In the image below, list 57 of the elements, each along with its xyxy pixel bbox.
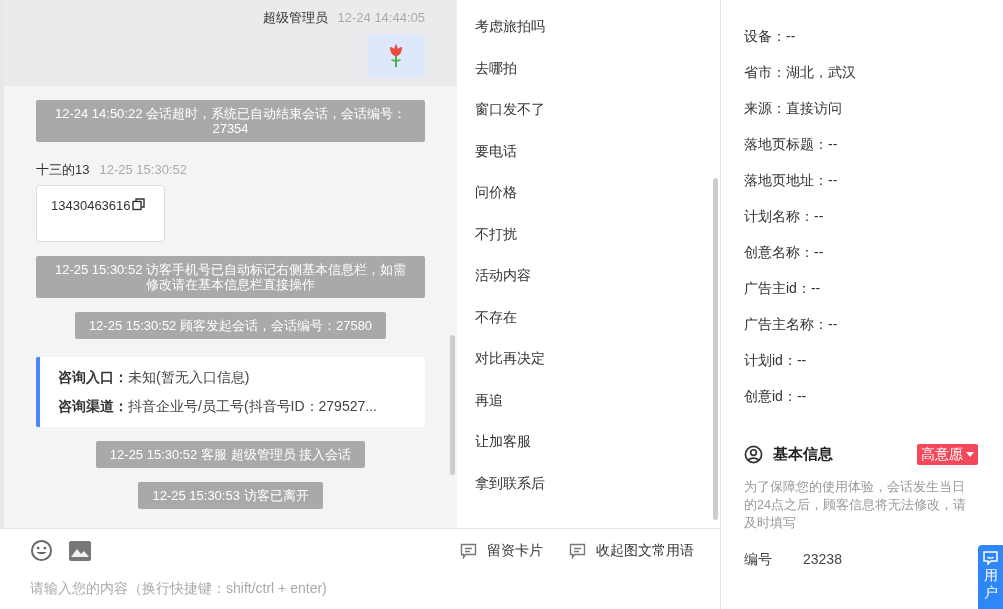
info-field: 广告主id：-- <box>744 279 979 298</box>
phrase-item[interactable]: 考虑旅拍吗 <box>475 17 720 37</box>
system-notice: 12-25 15:30:52 访客手机号已自动标记右侧基本信息栏，如需修改请在基本信息栏直接操作 <box>36 256 425 298</box>
phrase-item[interactable]: 问价格 <box>475 183 720 203</box>
info-label: 咨询入口： <box>58 368 128 387</box>
toolbar-button[interactable]: 收起图文常用语 <box>569 540 694 561</box>
caret-icon <box>966 451 974 457</box>
phrase-item[interactable]: 对比再决定 <box>475 349 720 369</box>
section-title: 基本信息 <box>773 444 833 464</box>
sender-name: 超级管理员 <box>262 9 328 27</box>
phrase-item[interactable]: 要电话 <box>475 141 720 161</box>
field-label: 编号 <box>744 549 773 569</box>
info-field: 设备：-- <box>744 27 979 46</box>
image-icon[interactable] <box>69 539 91 562</box>
info-field: 广告主名称：-- <box>744 315 979 334</box>
emoji-icon[interactable] <box>30 539 53 562</box>
chat-icon <box>983 551 998 565</box>
phrase-item[interactable]: 去哪拍 <box>475 58 720 78</box>
system-notice: 12-25 15:30:52 顾客发起会话，会话编号：27580 <box>74 312 387 339</box>
system-notice: 12-24 14:50:22 会话超时，系统已自动结束会话，会话编号：27354 <box>36 99 425 142</box>
info-field: 来源：直接访问 <box>744 99 979 118</box>
message-input[interactable]: 请输入您的内容（换行快捷键：shift/ctrl + enter) <box>30 578 690 599</box>
info-value: 未知(暂无入口信息) <box>128 368 250 387</box>
phone-number: 13430463616 <box>51 197 131 215</box>
info-field: 创意名称：-- <box>744 243 979 262</box>
phrase-item[interactable]: 窗口发不了 <box>475 100 720 120</box>
intent-tag[interactable]: 高意愿 <box>917 443 978 465</box>
phrase-item[interactable]: 不存在 <box>475 307 720 327</box>
float-button[interactable]: 用户 <box>978 545 1003 609</box>
info-label: 咨询渠道： <box>58 397 128 416</box>
phrase-item[interactable]: 拿到联系后 <box>475 473 720 493</box>
info-field: 落地页标题：-- <box>744 135 979 154</box>
info-field: 落地页地址：-- <box>744 171 979 190</box>
info-field: 省市：湖北，武汉 <box>744 63 979 82</box>
comment-icon <box>569 542 586 559</box>
info-value: 抖音企业号/员工号(抖音号ID：279527... <box>128 397 377 416</box>
comment-icon <box>460 542 477 559</box>
info-field: 计划名称：-- <box>744 207 979 226</box>
info-field: 计划id：-- <box>744 351 979 370</box>
flower-icon <box>387 42 405 69</box>
message-time: 12-24 14:44:05 <box>337 9 425 27</box>
toolbar-button[interactable]: 留资卡片 <box>460 540 543 561</box>
scrollbar[interactable] <box>450 335 455 475</box>
phrase-item[interactable]: 活动内容 <box>475 266 720 286</box>
phrase-item[interactable]: 再追 <box>475 390 720 410</box>
copy-icon[interactable] <box>131 198 145 211</box>
user-icon <box>744 444 763 464</box>
message-time: 12-25 15:30:52 <box>99 160 187 179</box>
phrase-item[interactable]: 让加客服 <box>475 432 720 452</box>
notice-text: 为了保障您的使用体验，会话发生当日的24点之后，顾客信息将无法修改，请及时填写 <box>744 478 967 532</box>
sender-name: 十三的13 <box>36 160 90 179</box>
system-notice: 12-25 15:30:52 客服 超级管理员 接入会话 <box>95 441 366 468</box>
field-value: 23238 <box>803 549 842 569</box>
phrase-item[interactable]: 不打扰 <box>475 224 720 244</box>
scrollbar[interactable] <box>713 178 718 520</box>
info-field: 创意id：-- <box>744 387 979 406</box>
system-notice: 12-25 15:30:53 访客已离开 <box>138 482 323 509</box>
